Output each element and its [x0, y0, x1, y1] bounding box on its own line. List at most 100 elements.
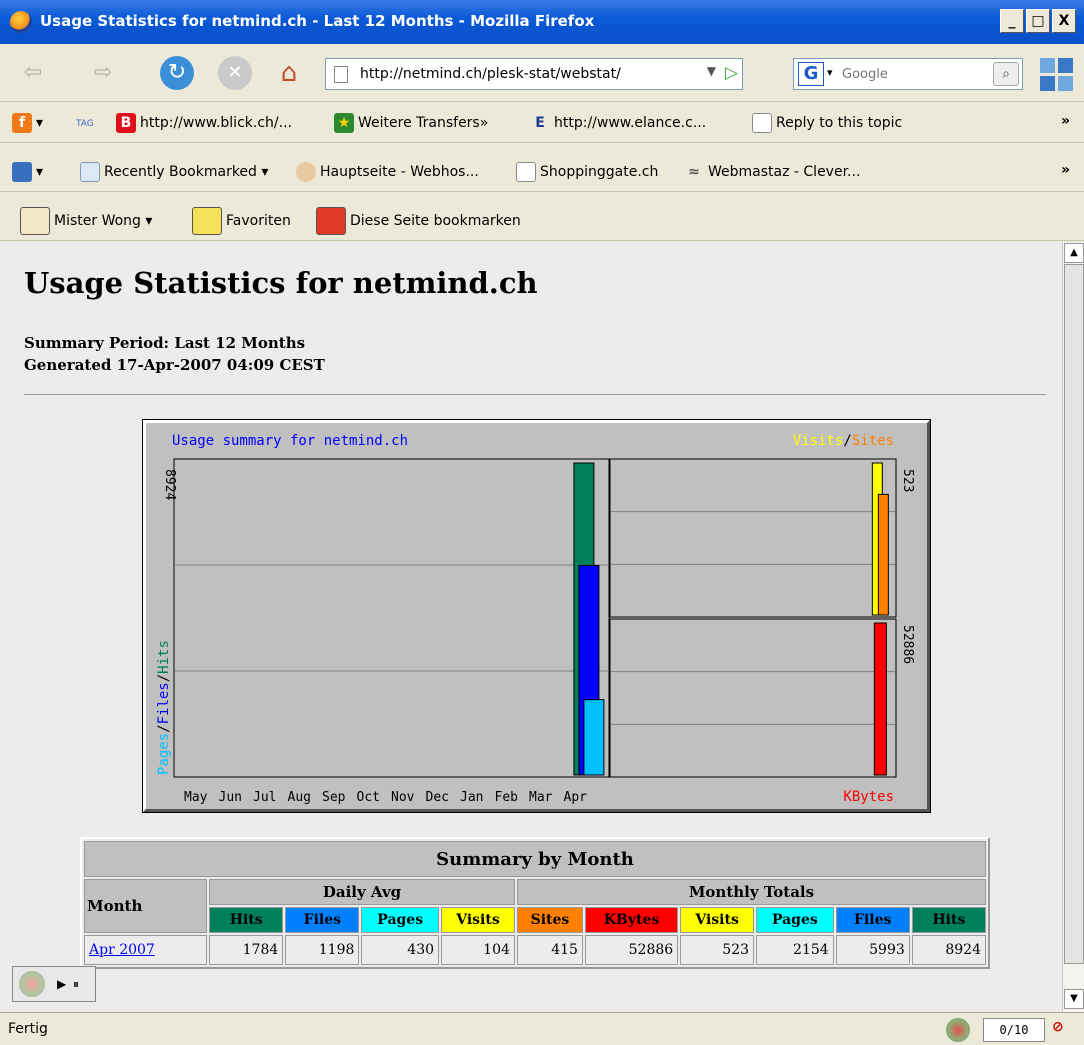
- minimize-button[interactable]: _: [1000, 9, 1024, 33]
- bookmarks-toolbar-2: ▾ Recently Bookmarked ▾ Hauptseite - Web…: [0, 152, 1084, 192]
- window-titlebar: Usage Statistics for netmind.ch - Last 1…: [0, 0, 1084, 44]
- flock-menu[interactable]: f ▾: [12, 113, 43, 133]
- engine-dropdown-icon[interactable]: ▾: [827, 66, 833, 79]
- throbber-icon: [1040, 58, 1074, 92]
- window-title: Usage Statistics for netmind.ch - Last 1…: [40, 12, 595, 30]
- x-tick-label: Jan: [460, 790, 483, 805]
- back-arrow-icon[interactable]: ⇦: [16, 56, 50, 90]
- mister-wong-menu[interactable]: Mister Wong ▾: [20, 207, 152, 235]
- play-icon[interactable]: ▶: [57, 977, 66, 991]
- left-ymax-label: 8924: [162, 469, 177, 500]
- scroll-thumb[interactable]: [1064, 264, 1084, 964]
- bookmark-elance[interactable]: Ehttp://www.elance.c...: [530, 113, 706, 133]
- bookmark-weitere-transfers[interactable]: ★ Weitere Transfers»: [334, 113, 488, 133]
- google-engine-icon[interactable]: G: [798, 62, 824, 86]
- sync-icon[interactable]: [19, 971, 45, 997]
- x-tick-label: Jun: [219, 790, 242, 805]
- overflow-chevron-icon[interactable]: »: [1061, 113, 1070, 129]
- daily-col-hits: Hits: [209, 907, 284, 933]
- status-text: Fertig: [8, 1021, 48, 1037]
- navigation-toolbar: ⇦ ⇨ ↻ ✕ ⌂ http://netmind.ch/plesk-stat/w…: [0, 44, 1084, 102]
- bookmarks-toolbar-3: Mister Wong ▾ Favoriten Diese Seite book…: [0, 201, 1084, 241]
- monthly-totals-header: Monthly Totals: [516, 879, 986, 905]
- x-tick-label: Nov: [391, 790, 415, 805]
- bar-pages-apr: [583, 699, 605, 776]
- bottom-right-panel-frame: [609, 618, 897, 778]
- daily-col-visits: Visits: [441, 907, 515, 933]
- left-ylabel: Pages/Files/Hits: [156, 640, 172, 775]
- x-tick-label: Apr: [564, 790, 588, 805]
- adblock-icon[interactable]: ⊘: [1052, 1019, 1064, 1035]
- stop-icon[interactable]: ✕: [218, 56, 252, 90]
- visits-sites-legend: Visits/Sites: [793, 433, 894, 449]
- bookmark-label: http://www.elance.c...: [554, 115, 707, 131]
- table-cell: 523: [680, 935, 755, 965]
- bookmark-reply[interactable]: Reply to this topic: [752, 113, 902, 133]
- daily-avg-header: Daily Avg: [209, 879, 515, 905]
- favoriten-icon: [192, 207, 222, 235]
- table-cell: 104: [441, 935, 515, 965]
- home-icon[interactable]: ⌂: [272, 56, 306, 90]
- bookmark-label: Weitere Transfers»: [358, 115, 489, 131]
- x-tick-label: Aug: [288, 790, 311, 805]
- scroll-down-icon[interactable]: ▼: [1064, 989, 1084, 1009]
- table-cell: 5993: [835, 935, 910, 965]
- table-cell: 52886: [584, 935, 679, 965]
- search-input[interactable]: [842, 64, 982, 84]
- url-dropdown-icon[interactable]: ▼: [707, 64, 716, 78]
- total-col-sites: Sites: [516, 907, 583, 933]
- table-cell: 2154: [756, 935, 834, 965]
- star-icon: ★: [334, 113, 354, 133]
- url-bar[interactable]: http://netmind.ch/plesk-stat/webstat/ ▼ …: [325, 58, 743, 90]
- page-icon: [516, 162, 536, 182]
- bookmark-page-icon: [316, 207, 346, 235]
- tag-icon[interactable]: TAG: [76, 119, 94, 129]
- bookmarks-menu[interactable]: ▾: [12, 162, 43, 182]
- block-counter[interactable]: 0/10: [983, 1018, 1045, 1042]
- favoriten-button[interactable]: Favoriten: [192, 207, 291, 235]
- bookmark-label: Shoppinggate.ch: [540, 164, 659, 180]
- url-text[interactable]: http://netmind.ch/plesk-stat/webstat/: [360, 66, 621, 82]
- tr-ymax-label: 523: [900, 469, 915, 492]
- search-icon[interactable]: ⌕: [993, 62, 1019, 86]
- month-link[interactable]: Apr 2007: [89, 942, 155, 958]
- bookmark-shoppinggate[interactable]: Shoppinggate.ch: [516, 162, 658, 182]
- scroll-up-icon[interactable]: ▲: [1064, 243, 1084, 263]
- bookmark-blick[interactable]: Bhttp://www.blick.ch/...: [116, 113, 292, 133]
- maximize-button[interactable]: □: [1026, 9, 1050, 33]
- column-headers: Hits Files Pages Visits Sites KBytes Visits Pag…: [84, 907, 986, 933]
- bookmark-label: Reply to this topic: [776, 115, 903, 131]
- status-bar: Fertig 0/10 ⊘: [0, 1012, 1084, 1045]
- bookmark-this-page-button[interactable]: Diese Seite bookmarken: [316, 207, 521, 235]
- pause-icon[interactable]: ⏸: [73, 977, 79, 992]
- legend-separator: /: [843, 433, 851, 449]
- left-panel-frame: [173, 458, 610, 778]
- handshake-icon: ≈: [688, 164, 700, 180]
- reload-icon[interactable]: ↻: [160, 56, 194, 90]
- go-icon[interactable]: ▷: [725, 63, 738, 83]
- sync-status-icon[interactable]: [946, 1018, 970, 1042]
- forward-arrow-icon[interactable]: ⇨: [86, 56, 120, 90]
- bookmarks-grid-icon: [12, 162, 32, 182]
- bookmark-webmastaz[interactable]: ≈ Webmastaz - Clever...: [684, 162, 860, 182]
- bookmark-hauptseite[interactable]: Hauptseite - Webhos...: [296, 162, 479, 182]
- recently-bookmarked[interactable]: Recently Bookmarked ▾: [80, 162, 268, 182]
- search-box[interactable]: G ▾ ⌕: [793, 58, 1023, 90]
- bookmarks-toolbar-1: f ▾ TAG Bhttp://www.blick.ch/... ★ Weitere…: [0, 103, 1084, 143]
- media-overlay[interactable]: ▶ ⏸: [12, 966, 96, 1002]
- overflow-chevron-icon[interactable]: »: [1061, 162, 1070, 178]
- close-button[interactable]: X: [1052, 9, 1076, 33]
- vertical-scrollbar[interactable]: ▲ ▼: [1062, 242, 1084, 1012]
- br-ymax-label: 52886: [900, 625, 915, 664]
- x-tick-label: Oct: [357, 790, 380, 805]
- total-col-pages: Pages: [756, 907, 834, 933]
- table-cell: 1198: [285, 935, 360, 965]
- table-row: Apr 2007 1784 1198 430 104 415 52886 523 2154 599…: [84, 935, 986, 965]
- table-caption: Summary by Month: [84, 841, 986, 877]
- usage-chart: Usage summary for netmind.ch Visits/Site…: [143, 420, 930, 812]
- chart-title: Usage summary for netmind.ch: [172, 433, 408, 449]
- bookmark-label: Recently Bookmarked: [104, 164, 257, 180]
- daily-col-pages: Pages: [361, 907, 440, 933]
- firefox-icon: [10, 11, 32, 33]
- page-title: Usage Statistics for netmind.ch: [24, 266, 538, 300]
